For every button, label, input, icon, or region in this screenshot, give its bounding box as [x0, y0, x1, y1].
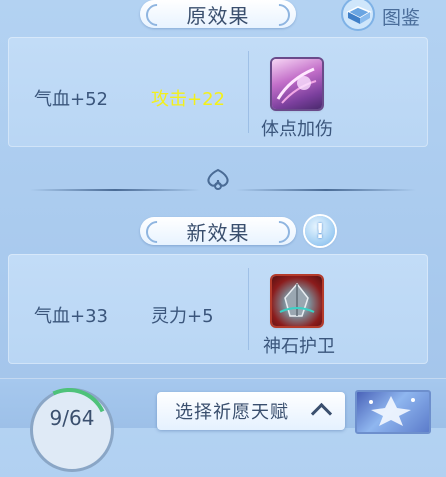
new-effect-title-text: 新效果 [186, 220, 250, 245]
old-effect-panel: 气血+52 攻击+22 体点加伤 [8, 37, 428, 147]
swirl-left-icon [141, 0, 173, 31]
swirl-left-icon [141, 216, 173, 248]
divider-line-right [236, 189, 416, 191]
new-skill-name: 神石护卫 [263, 336, 335, 357]
info-icon-glyph: ! [315, 219, 325, 243]
new-stat-hp: 气血+33 [34, 306, 108, 327]
select-wish-talent-button[interactable]: 选择祈愿天赋 [157, 392, 345, 430]
stone-guard-skill-icon[interactable] [272, 276, 322, 326]
old-stat-attack: 攻击+22 [151, 89, 225, 110]
divider [248, 268, 249, 350]
swirl-right-icon [263, 216, 295, 248]
old-effect-title-text: 原效果 [186, 3, 250, 28]
ornament-icon [207, 168, 229, 190]
new-effect-panel: 气血+33 灵力+5 神石护卫 [8, 254, 428, 364]
info-icon[interactable]: ! [305, 216, 335, 246]
chevron-up-icon [310, 402, 333, 425]
atlas-book-icon [341, 0, 375, 31]
crystal-star-icon [369, 396, 415, 426]
old-skill-name: 体点加伤 [261, 119, 333, 140]
old-effect-title: 原效果 [140, 0, 296, 31]
skill-art-icon [276, 67, 317, 104]
divider-line-left [30, 189, 200, 191]
talent-slot[interactable] [355, 390, 431, 434]
divider [248, 51, 249, 133]
atlas-button[interactable]: 图鉴 [340, 0, 430, 32]
shield-stone-icon [279, 282, 315, 317]
new-stat-spirit: 灵力+5 [151, 306, 214, 327]
new-effect-title: 新效果 [140, 216, 296, 248]
swirl-right-icon [263, 0, 295, 31]
atlas-label: 图鉴 [382, 7, 421, 29]
counter-text: 9/64 [49, 406, 95, 430]
body-damage-skill-icon[interactable] [272, 59, 322, 109]
old-stat-hp: 气血+52 [34, 89, 108, 110]
wish-button-label: 选择祈愿天赋 [175, 402, 289, 423]
